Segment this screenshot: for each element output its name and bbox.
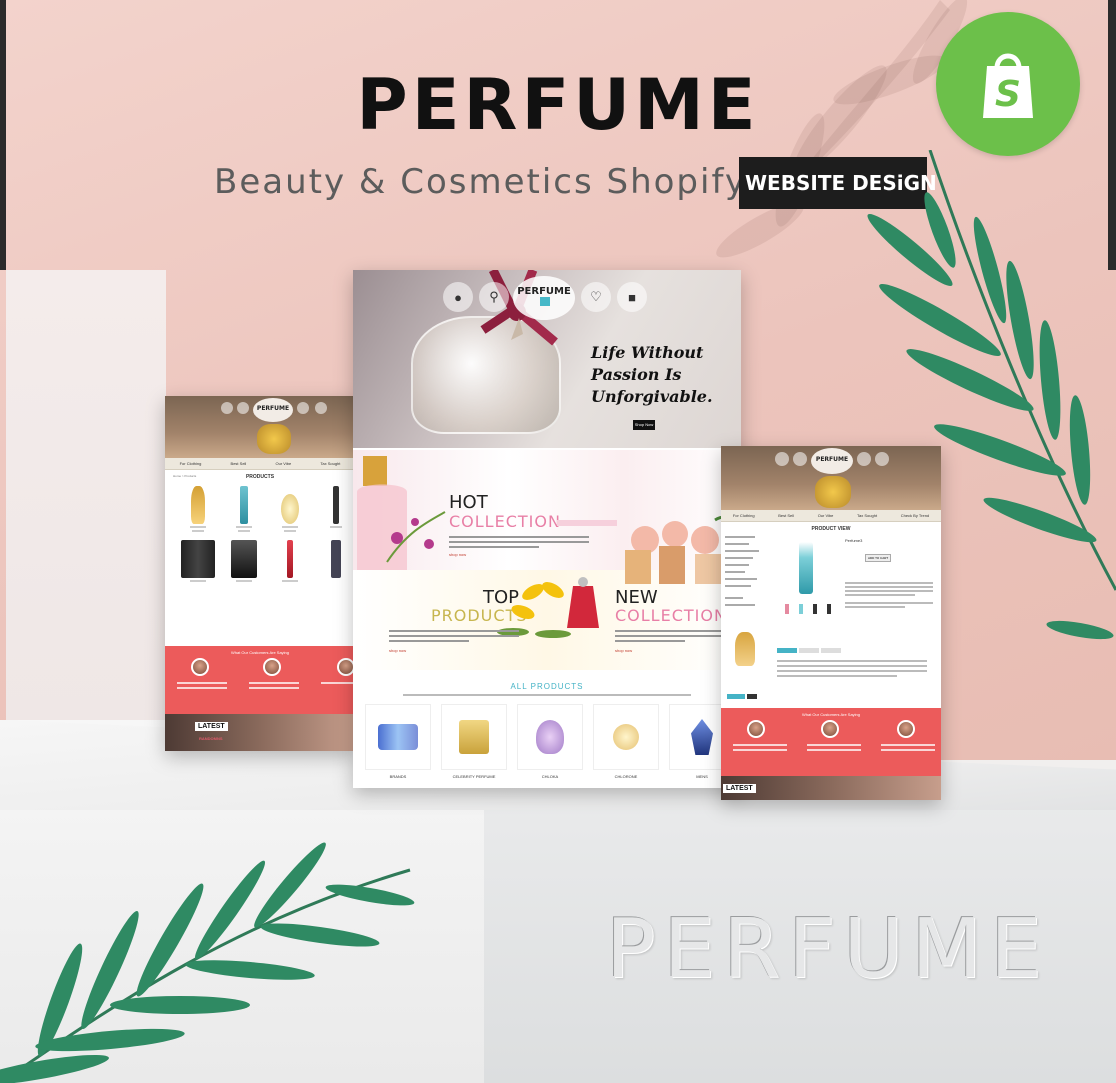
mockup-products-page: PERFUME For Clothing Best Sell Our Vibe … — [165, 396, 355, 751]
avatar — [821, 720, 839, 738]
hero-tagline: Life Without Passion Is Unforgivable. — [591, 343, 713, 406]
new-heading: NEW — [615, 587, 658, 608]
nav-item[interactable]: Tax Sought — [857, 513, 877, 518]
tab-reviews[interactable] — [799, 648, 819, 653]
add-to-cart-button[interactable]: ADD TO CART — [865, 554, 892, 562]
latest-label: LATEST — [723, 784, 756, 793]
testimonials-title: What Our Customers Are Saying — [801, 712, 861, 717]
shop-now-link[interactable]: shop now — [449, 552, 466, 557]
backdrop-panel — [6, 270, 166, 720]
shopify-badge: S — [936, 12, 1080, 156]
nav-item[interactable]: Tax Sought — [320, 461, 340, 466]
bottom-wordmark: PERFUME — [606, 902, 1050, 997]
nav-item[interactable]: Check By Trend — [901, 513, 929, 518]
testimonials-section: What Our Customers Are Saying — [165, 646, 355, 714]
search-icon — [793, 452, 807, 466]
wishlist-button[interactable] — [727, 694, 745, 699]
product-grid — [175, 486, 355, 582]
thumbnail-strip — [785, 604, 831, 614]
nav-item[interactable]: Our Vibe — [818, 513, 834, 518]
mockup-header: PERFUME — [721, 446, 941, 510]
nav-item[interactable]: For Clothing — [180, 461, 202, 466]
category-sidebar — [725, 536, 769, 611]
avatar — [747, 720, 765, 738]
category-label[interactable]: BRANDS — [365, 774, 431, 779]
compare-button[interactable] — [747, 694, 757, 699]
mockup-nav: For Clothing Best Sell Our Vibe Tax Soug… — [165, 458, 355, 470]
new-collection-heading: COLLECTION — [615, 606, 727, 625]
search-icon[interactable]: ⚲ — [479, 282, 509, 312]
hero-bottle — [815, 476, 851, 508]
hot-heading: HOT — [449, 492, 488, 513]
latest-label: LATEST — [195, 722, 228, 731]
category-label[interactable]: CHLOKA — [517, 774, 583, 779]
product-image — [799, 542, 813, 594]
section-title: PRODUCT VIEW — [811, 526, 851, 532]
all-products-title: ALL PRODUCTS — [510, 682, 584, 691]
product-card[interactable] — [313, 486, 355, 532]
testimonials-title: What Our Customers Are Saying — [230, 650, 290, 655]
shopify-bag-icon: S — [983, 53, 1033, 118]
shop-now-link[interactable]: shop now — [389, 648, 406, 653]
category-card[interactable] — [365, 704, 431, 770]
shop-now-button[interactable]: Shop Now — [633, 420, 655, 430]
mockup-product-view-page: PERFUME For Clothing Best Sell Our Vibe … — [721, 446, 941, 800]
user-icon — [221, 402, 233, 414]
category-label[interactable]: CELEBRITY PERFUME — [441, 774, 507, 779]
product-view-layout: PRODUCT VIEW Perfume3 ADD TO CART — [721, 522, 941, 702]
product-name: Perfume3 — [845, 538, 863, 543]
leaf-bottom-decoration — [0, 842, 415, 1083]
latest-section: LATEST RANDOMNS — [165, 714, 355, 751]
bag-icon — [875, 452, 889, 466]
nav-item[interactable]: Best Sell — [778, 513, 794, 518]
nav-item[interactable]: Our Vibe — [275, 461, 291, 466]
bottle-with-flowers — [357, 456, 446, 570]
user-icon — [775, 452, 789, 466]
product-card[interactable] — [175, 486, 221, 532]
related-product[interactable] — [735, 632, 755, 666]
search-icon — [237, 402, 249, 414]
bag-icon[interactable]: ■ — [617, 282, 647, 312]
nav-item[interactable]: For Clothing — [733, 513, 755, 518]
avatar — [263, 658, 281, 676]
product-card[interactable] — [221, 486, 267, 532]
home-hero: ● ⚲ PERFUME ♡ ■ Life Without Passion Is … — [353, 270, 741, 448]
hero-bottle — [257, 424, 291, 454]
category-card[interactable] — [517, 704, 583, 770]
testimonials-section: What Our Customers Are Saying — [721, 708, 941, 776]
avatar — [897, 720, 915, 738]
nav-item[interactable]: Best Sell — [231, 461, 247, 466]
tab-description[interactable] — [777, 648, 797, 653]
product-card[interactable] — [313, 540, 355, 582]
product-card[interactable] — [221, 540, 267, 582]
mockup-home-page: ● ⚲ PERFUME ♡ ■ Life Without Passion Is … — [353, 270, 741, 788]
shop-now-link[interactable]: shop now — [615, 648, 632, 653]
category-card[interactable] — [593, 704, 659, 770]
all-products-section: ALL PRODUCTS BRANDS CELEBRITY PERFUME CH… — [353, 674, 741, 788]
section-title: PRODUCTS — [245, 474, 275, 480]
heart-icon — [857, 452, 871, 466]
collection-banners: HOT COLLECTION shop now TOP PRODUCTS NEW… — [353, 450, 741, 670]
user-icon[interactable]: ● — [443, 282, 473, 312]
latest-section: LATEST — [721, 776, 941, 800]
heart-icon[interactable]: ♡ — [581, 282, 611, 312]
category-card[interactable] — [441, 704, 507, 770]
avatar — [191, 658, 209, 676]
mockup-nav: For Clothing Best Sell Our Vibe Tax Soug… — [721, 510, 941, 522]
product-card[interactable] — [267, 540, 313, 582]
tab-shipping[interactable] — [821, 648, 841, 653]
product-card[interactable] — [175, 540, 221, 582]
mockup-header: PERFUME — [165, 396, 355, 458]
category-label[interactable]: CHLORONE — [593, 774, 659, 779]
menu-toggle-icon[interactable] — [540, 297, 550, 306]
mockup-logo: PERFUME — [253, 398, 293, 422]
svg-text:S: S — [995, 74, 1021, 115]
heart-icon — [297, 402, 309, 414]
latest-sub: RANDOMNS — [199, 736, 223, 741]
bag-icon — [315, 402, 327, 414]
banner-subtitle: Beauty & Cosmetics Shopify T — [214, 162, 783, 202]
product-card[interactable] — [267, 486, 313, 532]
mockup-logo: PERFUME — [811, 448, 853, 474]
collection-heading: COLLECTION — [449, 512, 561, 531]
